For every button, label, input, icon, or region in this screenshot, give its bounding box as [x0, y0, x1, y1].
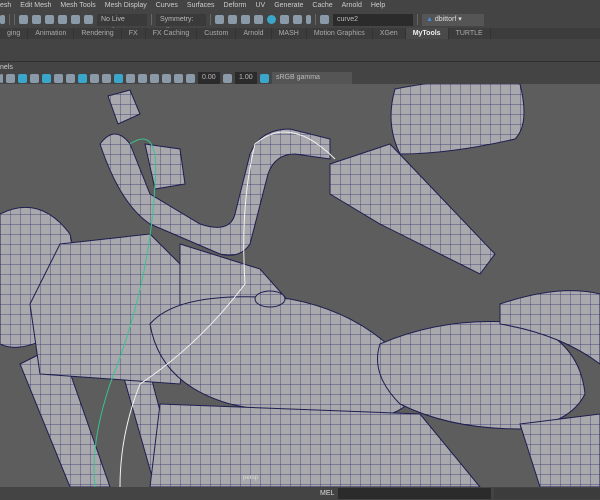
film-gate-icon[interactable] [162, 73, 171, 83]
command-line-bar: MEL [0, 487, 600, 500]
exposure-icon[interactable] [186, 73, 195, 83]
divider [315, 14, 316, 25]
menu-uv[interactable]: UV [255, 0, 265, 11]
panels-menu[interactable]: nels [0, 63, 600, 72]
snap-surface-icon[interactable] [71, 15, 80, 24]
wireframe-icon[interactable] [6, 73, 15, 83]
tab-motion-graphics[interactable]: Motion Graphics [307, 28, 373, 39]
grid-icon[interactable] [0, 73, 3, 83]
xray-joints-icon[interactable] [126, 73, 135, 83]
render-icon[interactable] [215, 15, 224, 24]
menu-mesh-tools[interactable]: Mesh Tools [60, 0, 95, 11]
divider [417, 14, 418, 25]
name-input[interactable]: curve2 [333, 13, 413, 26]
snap-point-icon[interactable] [45, 15, 54, 24]
shelf [0, 39, 600, 62]
shelf-tabs: ging Animation Rendering FX FX Caching C… [0, 28, 600, 39]
menu-curves[interactable]: Curves [156, 0, 178, 11]
status-line: No Live Surface Symmetry: Off curve2 ▲ d… [0, 11, 600, 35]
tab-custom[interactable]: Custom [197, 28, 237, 39]
menu-help[interactable]: Help [371, 0, 385, 11]
isolate-select-icon[interactable] [114, 73, 123, 83]
smooth-shade-icon[interactable] [18, 73, 27, 83]
menu-cache[interactable]: Cache [312, 0, 332, 11]
gamma-field[interactable]: 1.00 [235, 72, 257, 84]
menu-bar: esh Edit Mesh Mesh Tools Mesh Display Cu… [0, 0, 600, 11]
user-account-dropdown[interactable]: ▲ dbittorf ▾ [422, 13, 484, 26]
user-name: dbittorf [434, 15, 457, 23]
menu-surfaces[interactable]: Surfaces [187, 0, 215, 11]
exposure-field[interactable]: 0.00 [198, 72, 220, 84]
viewport-3d[interactable]: persp [0, 84, 600, 487]
snap-grid-icon[interactable] [19, 15, 28, 24]
tab-turtle[interactable]: TURTLE [449, 28, 491, 39]
mirror-right [390, 84, 525, 155]
camera-attributes-icon[interactable] [138, 73, 147, 83]
divider [9, 14, 10, 25]
mirror-left [107, 89, 141, 125]
grip-left [144, 143, 186, 190]
user-icon: ▲ [426, 15, 435, 23]
rename-icon[interactable] [320, 15, 329, 24]
menu-mesh[interactable]: esh [0, 0, 11, 11]
ipr-icon[interactable] [241, 15, 250, 24]
tab-fx-caching[interactable]: FX Caching [146, 28, 198, 39]
camera-label: persp [243, 475, 259, 481]
menu-generate[interactable]: Generate [274, 0, 303, 11]
pause-icon[interactable] [306, 15, 311, 24]
tab-xgen[interactable]: XGen [373, 28, 406, 39]
symmetry-dropdown[interactable]: Symmetry: Off [156, 13, 206, 35]
color-space-dropdown[interactable]: sRGB gamma [272, 72, 352, 84]
live-surface-field[interactable]: No Live Surface [97, 13, 147, 35]
lights-icon[interactable] [66, 73, 75, 83]
render-settings-icon[interactable] [254, 15, 263, 24]
engine-right [519, 413, 600, 487]
arnold-render-icon[interactable] [293, 15, 302, 24]
render-sequence-icon[interactable] [228, 15, 237, 24]
render-view-icon[interactable] [280, 15, 289, 24]
menu-deform[interactable]: Deform [224, 0, 247, 11]
wireframe-on-shaded-icon[interactable] [42, 73, 51, 83]
divider [14, 14, 15, 25]
tab-rendering[interactable]: Rendering [74, 28, 122, 39]
shadows-icon[interactable] [78, 73, 87, 83]
mel-label[interactable]: MEL [320, 490, 334, 497]
hypershade-icon[interactable] [267, 15, 276, 24]
fuel-cap [254, 290, 286, 308]
snap-view-icon[interactable] [58, 15, 67, 24]
viewport-toolbar: 0.00 1.00 sRGB gamma [0, 72, 600, 84]
divider [151, 14, 152, 25]
gate-mask-icon[interactable] [150, 73, 159, 83]
gamma-icon[interactable] [223, 73, 232, 83]
tab-fx[interactable]: FX [122, 28, 146, 39]
fuel-tank [149, 296, 417, 418]
tab-mash[interactable]: MASH [272, 28, 307, 39]
snap-magnet-icon[interactable] [84, 15, 93, 24]
tab-mytools[interactable]: MyTools [405, 28, 449, 39]
select-arrow-icon[interactable] [0, 15, 5, 24]
divider [210, 14, 211, 25]
color-management-icon[interactable] [260, 73, 269, 83]
ambient-occlusion-icon[interactable] [90, 73, 99, 83]
menu-arnold[interactable]: Arnold [342, 0, 362, 11]
grip-right [329, 143, 496, 275]
command-input[interactable] [338, 488, 491, 499]
menu-mesh-display[interactable]: Mesh Display [105, 0, 147, 11]
tab-animation[interactable]: Animation [28, 28, 75, 39]
tab-rigging[interactable]: ging [0, 28, 29, 39]
tab-arnold[interactable]: Arnold [236, 28, 272, 39]
motion-blur-icon[interactable] [102, 73, 111, 83]
command-result-field [494, 488, 600, 499]
textured-icon[interactable] [30, 73, 39, 83]
snap-curve-icon[interactable] [32, 15, 41, 24]
menu-edit-mesh[interactable]: Edit Mesh [20, 0, 51, 11]
xray-icon[interactable] [54, 73, 63, 83]
motorcycle-mesh: persp [0, 84, 600, 487]
resolution-gate-icon[interactable] [174, 73, 183, 83]
